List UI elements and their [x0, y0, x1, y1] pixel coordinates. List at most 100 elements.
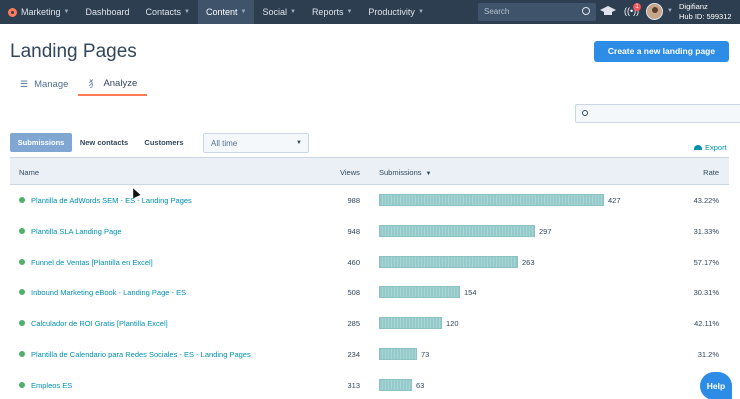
column-submissions-label: Submissions — [379, 168, 422, 177]
submissions-value: 427 — [608, 196, 621, 205]
nav-item-content[interactable]: Content ▼ — [197, 0, 255, 24]
rate-value: 31.2% — [697, 350, 719, 359]
help-button[interactable]: Help — [700, 372, 732, 399]
hub-id: Hub ID: 599312 — [679, 12, 732, 21]
column-views[interactable]: Views — [340, 168, 360, 177]
views-value: 948 — [347, 226, 360, 236]
landing-page-link[interactable]: Plantilla de AdWords SEM - ES - Landing … — [31, 196, 192, 205]
nav-item-productivity[interactable]: Productivity ▼ — [360, 0, 431, 24]
table-row: Plantilla de Calendario para Redes Socia… — [10, 340, 729, 370]
nav-item-dashboard[interactable]: Dashboard — [77, 0, 137, 24]
list-icon: ☰ — [20, 79, 29, 89]
landing-page-link[interactable]: Calculador de ROI Gratis [Plantilla Exce… — [31, 319, 168, 328]
nav-item-label: Reports — [311, 7, 344, 17]
sort-desc-icon: ▼ — [425, 171, 432, 177]
column-name[interactable]: Name — [19, 168, 39, 177]
account-name: Digifianz — [679, 2, 708, 11]
nav-brand-label: Marketing — [21, 7, 61, 17]
table-row: Plantilla de AdWords SEM - ES - Landing … — [10, 186, 729, 216]
export-link[interactable]: Export — [694, 143, 727, 152]
tab-analyze[interactable]: ⺨ Analyze — [78, 73, 148, 96]
submissions-value: 63 — [416, 380, 425, 390]
date-range-value: All time — [211, 139, 238, 148]
nav-marketing-menu[interactable]: Marketing ▼ — [0, 0, 77, 24]
views-value: 285 — [347, 319, 360, 329]
published-status-icon — [19, 289, 25, 296]
caret-down-icon: ▼ — [296, 140, 302, 146]
published-status-icon — [19, 227, 25, 234]
landing-page-link[interactable]: Inbound Marketing eBook - Landing Page -… — [31, 288, 186, 297]
cloud-icon — [694, 145, 702, 150]
chevron-down-icon: ▼ — [346, 9, 353, 15]
submissions-bar — [379, 378, 412, 391]
table-header: Name Views Submissions ▼ Rate — [10, 157, 729, 185]
export-label: Export — [705, 143, 727, 152]
date-range-select[interactable]: All time ▼ — [203, 133, 309, 153]
submissions-value: 297 — [539, 226, 552, 236]
nav-item-label: Social — [262, 7, 287, 17]
global-search-input[interactable]: Search — [478, 3, 596, 21]
table-row: Plantilla SLA Landing Page 948 297 31.33% — [10, 217, 729, 247]
landing-page-link[interactable]: Empleos ES — [31, 381, 72, 390]
analytics-icon: ⺨ — [88, 79, 98, 89]
submissions-value: 263 — [522, 257, 535, 267]
rate-value: 31.33% — [693, 226, 719, 236]
chevron-down-icon: ▼ — [184, 9, 190, 15]
tab-manage[interactable]: ☰ Manage — [10, 73, 78, 96]
segment-submissions[interactable]: Submissions — [10, 133, 72, 152]
academy-icon[interactable] — [600, 5, 616, 17]
submissions-bar — [379, 194, 604, 206]
published-status-icon — [19, 351, 25, 357]
submissions-bar — [379, 348, 417, 360]
notification-badge: 1 — [633, 3, 641, 11]
chevron-down-icon: ▼ — [417, 9, 424, 15]
landing-page-link[interactable]: Funnel de Ventas [Plantilla en Excel] — [31, 258, 153, 267]
segment-new-contacts[interactable]: New contacts — [75, 133, 133, 152]
views-value: 988 — [347, 196, 360, 205]
nav-item-contacts[interactable]: Contacts ▼ — [138, 0, 198, 24]
page-title: Landing Pages — [10, 41, 137, 62]
submissions-bar — [379, 317, 442, 330]
table-row: Funnel de Ventas [Plantilla en Excel] 460… — [10, 248, 729, 278]
nav-item-label: Contacts — [145, 7, 182, 17]
chevron-down-icon: ▼ — [63, 9, 70, 15]
nav-menu: Dashboard Contacts ▼ Content ▼ Social ▼ Reports… — [77, 0, 431, 24]
hubspot-logo-icon — [8, 7, 17, 17]
views-value: 508 — [347, 288, 360, 298]
views-value: 460 — [347, 257, 360, 267]
views-value: 234 — [347, 350, 360, 359]
table-search-input[interactable] — [575, 104, 740, 123]
tab-label: Manage — [34, 79, 69, 90]
column-submissions[interactable]: Submissions ▼ — [379, 168, 431, 177]
segment-customers[interactable]: Customers — [139, 133, 189, 152]
landing-page-link[interactable]: Plantilla SLA Landing Page — [31, 227, 122, 236]
views-value: 313 — [347, 380, 360, 390]
published-status-icon — [19, 320, 25, 327]
nav-item-label: Dashboard — [85, 7, 130, 17]
table-row: Empleos ES3136320 — [10, 371, 729, 399]
table-row: Inbound Marketing eBook - Landing Page -… — [10, 278, 729, 308]
submissions-value: 73 — [421, 350, 430, 359]
submissions-bar — [379, 224, 535, 237]
rate-value: 42.11% — [694, 319, 719, 329]
column-rate[interactable]: Rate — [703, 168, 719, 177]
submissions-value: 120 — [446, 319, 459, 329]
page-tabs: ☰ Manage ⺨ Analyze — [10, 73, 148, 97]
rate-value: 30.31% — [693, 288, 719, 298]
user-avatar[interactable] — [646, 3, 663, 20]
search-icon — [582, 110, 588, 116]
nav-item-reports[interactable]: Reports ▼ — [304, 0, 360, 24]
account-menu[interactable]: Digifianz Hub ID: 599312 — [679, 2, 732, 22]
published-status-icon — [19, 197, 25, 203]
published-status-icon — [19, 381, 25, 388]
submissions-value: 154 — [464, 288, 477, 298]
landing-page-link[interactable]: Plantilla de Calendario para Redes Socia… — [31, 350, 251, 359]
nav-item-label: Productivity — [368, 7, 415, 17]
chevron-down-icon[interactable]: ▼ — [667, 8, 673, 14]
nav-item-social[interactable]: Social ▼ — [254, 0, 303, 24]
submissions-bar — [379, 286, 460, 299]
search-placeholder: Search — [484, 7, 510, 16]
create-landing-page-button[interactable]: Create a new landing page — [594, 41, 729, 62]
chevron-down-icon: ▼ — [240, 9, 247, 15]
chevron-down-icon: ▼ — [289, 9, 296, 15]
